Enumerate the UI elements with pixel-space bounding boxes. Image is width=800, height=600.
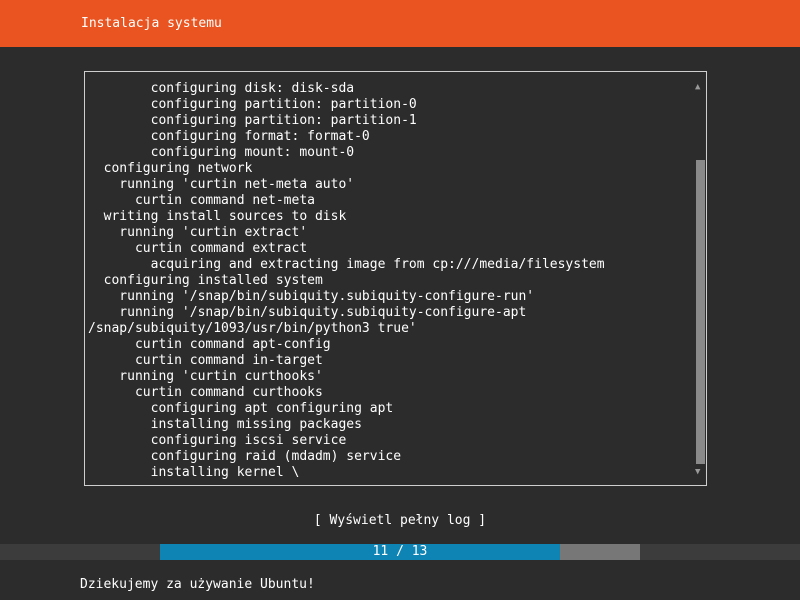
log-line: curtin command in-target <box>88 353 323 368</box>
log-line: configuring partition: partition-1 <box>88 113 417 128</box>
log-line: configuring iscsi service <box>88 433 347 448</box>
log-line: acquiring and extracting image from cp:/… <box>88 257 605 272</box>
install-log-panel[interactable]: configuring disk: disk-sda configuring p… <box>84 71 707 486</box>
log-line: configuring apt configuring apt <box>88 401 394 416</box>
log-line: configuring format: format-0 <box>88 129 370 144</box>
log-line: writing install sources to disk <box>88 209 347 224</box>
log-line: running '/snap/bin/subiquity.subiquity-c… <box>88 289 535 304</box>
log-line: curtin command curthooks <box>88 385 323 400</box>
log-line: configuring network <box>88 161 253 176</box>
header-bar: Instalacja systemu <box>0 0 800 47</box>
log-line: configuring mount: mount-0 <box>88 145 355 160</box>
log-line: installing kernel \ <box>88 465 300 480</box>
progress-label: 11 / 13 <box>372 544 428 559</box>
log-line: running 'curtin net-meta auto' <box>88 177 355 192</box>
footer-message: Dziekujemy za używanie Ubuntu! <box>80 577 315 592</box>
log-line: running '/snap/bin/subiquity.subiquity-c… <box>88 305 527 320</box>
log-line: curtin command extract <box>88 241 308 256</box>
progress-band: 11 / 13 <box>0 544 800 560</box>
log-line: curtin command net-meta <box>88 193 315 208</box>
scroll-up-icon[interactable]: ▲ <box>695 82 700 92</box>
install-log-lines: configuring disk: disk-sda configuring p… <box>88 81 688 481</box>
log-line: installing missing packages <box>88 417 362 432</box>
log-line: configuring disk: disk-sda <box>88 81 355 96</box>
log-line: curtin command apt-config <box>88 337 331 352</box>
scrollbar-thumb[interactable] <box>696 160 705 464</box>
log-line: running 'curtin extract' <box>88 225 308 240</box>
progress-bar: 11 / 13 <box>160 544 640 560</box>
log-line: configuring installed system <box>88 273 323 288</box>
scrollbar-track[interactable] <box>696 96 705 464</box>
log-line: /snap/subiquity/1093/usr/bin/python3 tru… <box>88 321 417 336</box>
scroll-down-icon[interactable]: ▼ <box>695 467 700 477</box>
log-line: configuring partition: partition-0 <box>88 97 417 112</box>
log-line: running 'curtin curthooks' <box>88 369 323 384</box>
view-full-log-button[interactable]: [ Wyświetl pełny log ] <box>0 512 800 530</box>
log-line: configuring raid (mdadm) service <box>88 449 402 464</box>
page-title: Instalacja systemu <box>81 16 222 31</box>
